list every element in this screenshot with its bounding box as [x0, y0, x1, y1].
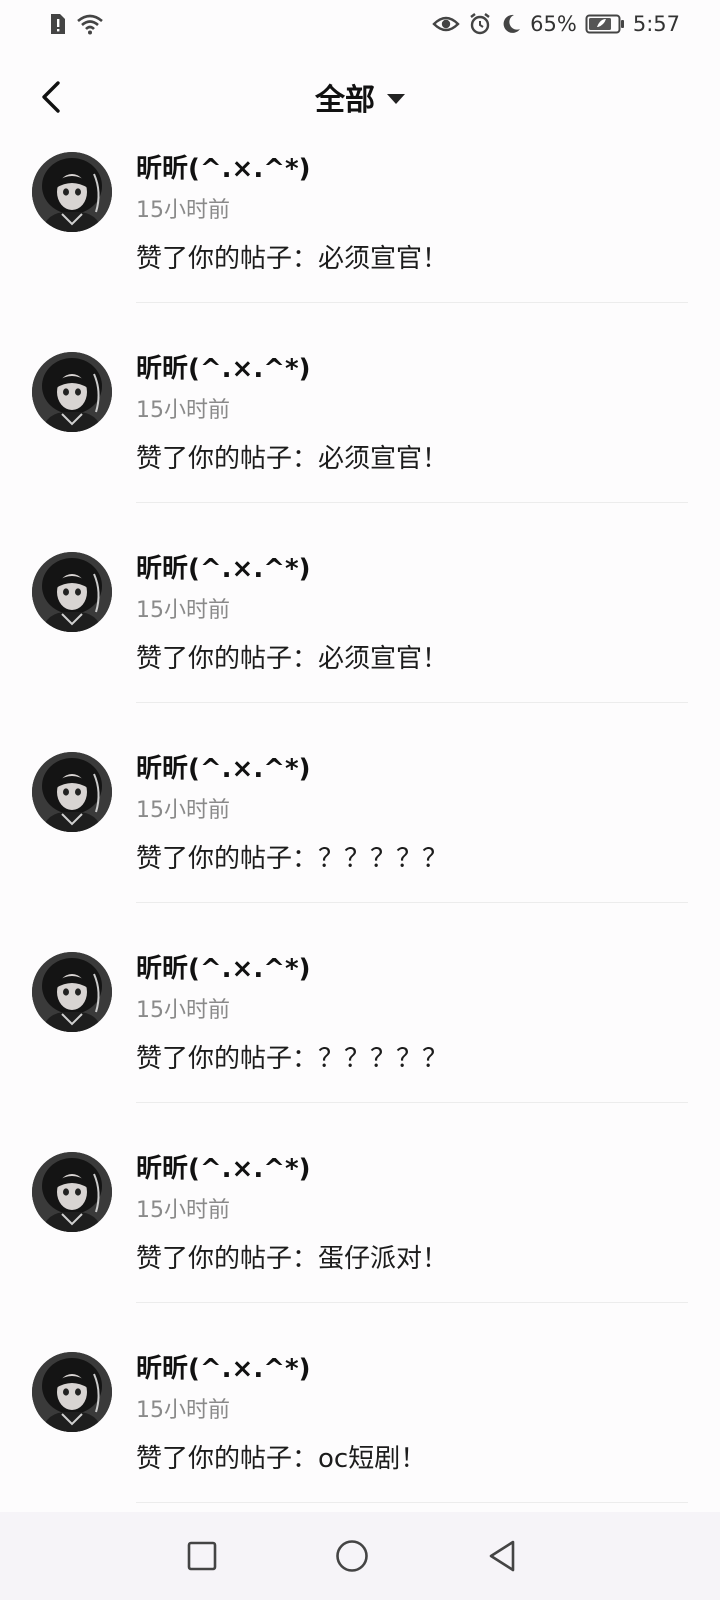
notification-item[interactable]: 昕昕(^.×.^*) 15小时前 赞了你的帖子：必须宣官！ [0, 340, 720, 540]
caret-down-icon [387, 94, 405, 104]
back-button[interactable] [28, 74, 74, 120]
timestamp: 15小时前 [136, 1398, 230, 1423]
avatar[interactable] [32, 152, 112, 232]
avatar[interactable] [32, 352, 112, 432]
timestamp: 15小时前 [136, 998, 230, 1023]
user-name[interactable]: 昕昕(^.×.^*) [136, 548, 310, 585]
header: 全部 [0, 60, 720, 134]
user-name[interactable]: 昕昕(^.×.^*) [136, 948, 310, 985]
notification-message: 赞了你的帖子：必须宣官！ [136, 244, 449, 274]
notification-list[interactable]: 昕昕(^.×.^*) 15小时前 赞了你的帖子：必须宣官！ 昕昕(^.×.^*)… [0, 140, 720, 1508]
recents-square-icon [187, 1541, 217, 1571]
notification-message: 赞了你的帖子：？？？？？ [136, 844, 449, 874]
timestamp: 15小时前 [136, 798, 230, 823]
notification-item[interactable]: 昕昕(^.×.^*) 15小时前 赞了你的帖子：必须宣官！ [0, 140, 720, 340]
timestamp: 15小时前 [136, 598, 230, 623]
avatar[interactable] [32, 952, 112, 1032]
divider [136, 302, 688, 303]
back-nav-button[interactable] [480, 1534, 524, 1578]
notification-message: 赞了你的帖子：蛋仔派对！ [136, 1244, 449, 1274]
user-name[interactable]: 昕昕(^.×.^*) [136, 1348, 310, 1385]
avatar[interactable] [32, 1352, 112, 1432]
notification-item[interactable]: 昕昕(^.×.^*) 15小时前 赞了你的帖子：oc短剧！ [0, 1340, 720, 1508]
timestamp: 15小时前 [136, 1198, 230, 1223]
notification-item[interactable]: 昕昕(^.×.^*) 15小时前 赞了你的帖子：必须宣官！ [0, 540, 720, 740]
divider [136, 502, 688, 503]
divider [136, 702, 688, 703]
divider [136, 1302, 688, 1303]
alarm-icon [468, 12, 492, 36]
eye-icon [432, 13, 460, 35]
divider [136, 1502, 688, 1503]
moon-icon [500, 13, 522, 35]
notification-message: 赞了你的帖子：必须宣官！ [136, 444, 449, 474]
timestamp: 15小时前 [136, 398, 230, 423]
notification-item[interactable]: 昕昕(^.×.^*) 15小时前 赞了你的帖子：蛋仔派对！ [0, 1140, 720, 1340]
notification-item[interactable]: 昕昕(^.×.^*) 15小时前 赞了你的帖子：？？？？？ [0, 940, 720, 1140]
notification-message: 赞了你的帖子：必须宣官！ [136, 644, 449, 674]
home-button[interactable] [330, 1534, 374, 1578]
user-name[interactable]: 昕昕(^.×.^*) [136, 748, 310, 785]
divider [136, 902, 688, 903]
user-name[interactable]: 昕昕(^.×.^*) [136, 348, 310, 385]
sim-alert-icon [48, 13, 66, 35]
notification-message: 赞了你的帖子：oc短剧！ [136, 1444, 427, 1474]
user-name[interactable]: 昕昕(^.×.^*) [136, 1148, 310, 1185]
filter-dropdown[interactable]: 全部 [315, 75, 405, 119]
back-triangle-icon [489, 1540, 515, 1572]
status-bar: 65% 5:57 [0, 0, 720, 48]
notification-item[interactable]: 昕昕(^.×.^*) 15小时前 赞了你的帖子：？？？？？ [0, 740, 720, 940]
avatar[interactable] [32, 752, 112, 832]
divider [136, 1102, 688, 1103]
system-nav-bar [0, 1512, 720, 1600]
battery-percent: 65% [530, 12, 577, 36]
recents-button[interactable] [180, 1534, 224, 1578]
notification-message: 赞了你的帖子：？？？？？ [136, 1044, 449, 1074]
chevron-left-icon [42, 81, 60, 113]
avatar[interactable] [32, 1152, 112, 1232]
page-title: 全部 [315, 83, 375, 118]
user-name[interactable]: 昕昕(^.×.^*) [136, 148, 310, 185]
battery-icon [585, 13, 625, 35]
clock: 5:57 [632, 12, 680, 36]
home-circle-icon [336, 1540, 368, 1572]
avatar[interactable] [32, 552, 112, 632]
timestamp: 15小时前 [136, 198, 230, 223]
wifi-icon [76, 13, 104, 35]
